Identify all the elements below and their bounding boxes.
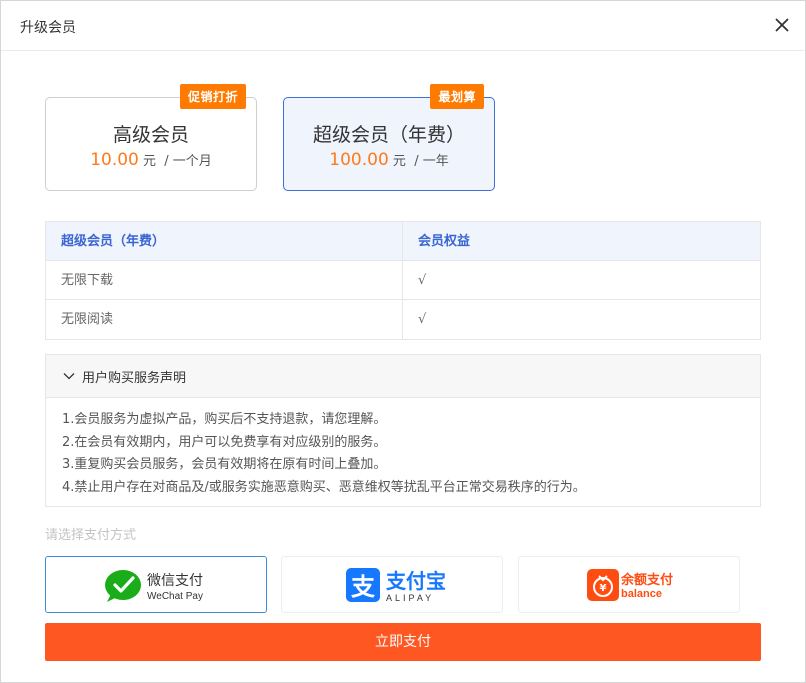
plan-card-super-annual[interactable]: 最划算 超级会员（年费） 100.00 元 / 一年 (283, 84, 495, 191)
plan-unit: 元 (143, 154, 157, 169)
table-header-cell: 会员权益 (418, 234, 471, 249)
plan-price-line: 100.00 元 / 一年 (284, 150, 494, 170)
svg-text:¥: ¥ (600, 583, 607, 594)
chevron-down-icon (63, 373, 75, 380)
service-statement: 用户购买服务声明 1.会员服务为虚拟产品，购买后不支持退款，请您理解。 2.在会… (45, 354, 761, 507)
svg-text:支: 支 (351, 573, 376, 601)
upgrade-dialog: 升级会员 促销打折 高级会员 10.00 元 / 一个月 最划算 超级会员（年费… (0, 0, 806, 683)
plan-price: 100.00 (329, 150, 389, 170)
statement-line: 3.重复购买会员服务，会员有效期将在原有时间上叠加。 (62, 457, 387, 472)
wechat-icon (105, 570, 141, 602)
plan-name: 高级会员 (112, 124, 189, 146)
payment-method-label: 请选择支付方式 (45, 528, 137, 543)
plan-tag: 最划算 (430, 84, 484, 109)
table-cell: 无限下载 (46, 261, 403, 299)
statement-line: 1.会员服务为虚拟产品，购买后不支持退款，请您理解。 (62, 412, 387, 427)
alipay-sub: ALIPAY (386, 593, 434, 603)
wechat-pay-sub: WeChat Pay (147, 591, 203, 602)
table-cell: 无限阅读 (46, 300, 403, 339)
table-cell: √ (418, 273, 427, 288)
plan-name: 超级会员（年费） (312, 124, 465, 146)
plan-price: 10.00 (90, 150, 139, 170)
table-header-row: 超级会员（年费） 会员权益 (46, 222, 760, 261)
plan-period: / 一年 (414, 154, 449, 169)
balance-pay-sub: balance (621, 588, 662, 600)
pay-option-alipay[interactable]: 支 支付宝 ALIPAY (281, 556, 503, 613)
table-row: 无限下载 √ (46, 261, 760, 300)
dialog-header: 升级会员 (1, 1, 805, 51)
balance-pay-name: 余额支付 (620, 572, 673, 588)
money-bag-icon: ¥ (587, 569, 619, 601)
plan-card-premium[interactable]: 促销打折 高级会员 10.00 元 / 一个月 (45, 84, 257, 191)
table-row: 无限阅读 √ (46, 300, 760, 339)
plan-period: / 一个月 (164, 154, 212, 169)
statement-line: 4.禁止用户存在对商品及/或服务实施恶意购买、恶意维权等扰乱平台正常交易秩序的行… (62, 479, 586, 495)
statement-body: 1.会员服务为虚拟产品，购买后不支持退款，请您理解。 2.在会员有效期内，用户可… (46, 398, 760, 499)
close-icon[interactable] (772, 15, 792, 35)
plan-tag: 促销打折 (179, 84, 246, 109)
plan-price-line: 10.00 元 / 一个月 (46, 150, 256, 170)
plan-unit: 元 (392, 154, 406, 169)
table-cell: √ (418, 312, 427, 327)
table-header-cell: 超级会员（年费） (46, 222, 403, 260)
benefits-table: 超级会员（年费） 会员权益 无限下载 √ 无限阅读 √ (45, 221, 761, 340)
pay-option-wechat[interactable]: 微信支付 WeChat Pay (45, 556, 267, 613)
wechat-pay-name: 微信支付 (147, 573, 203, 589)
pay-now-button[interactable]: 立即支付 (45, 623, 761, 661)
dialog-title: 升级会员 (20, 20, 76, 36)
statement-title: 用户购买服务声明 (82, 370, 187, 386)
pay-option-balance[interactable]: ¥ 余额支付 balance (518, 556, 740, 613)
alipay-name: 支付宝 (386, 569, 446, 593)
statement-line: 2.在会员有效期内，用户可以免费享有对应级别的服务。 (62, 434, 387, 450)
statement-toggle[interactable]: 用户购买服务声明 (46, 355, 760, 398)
alipay-icon: 支 (346, 568, 380, 602)
